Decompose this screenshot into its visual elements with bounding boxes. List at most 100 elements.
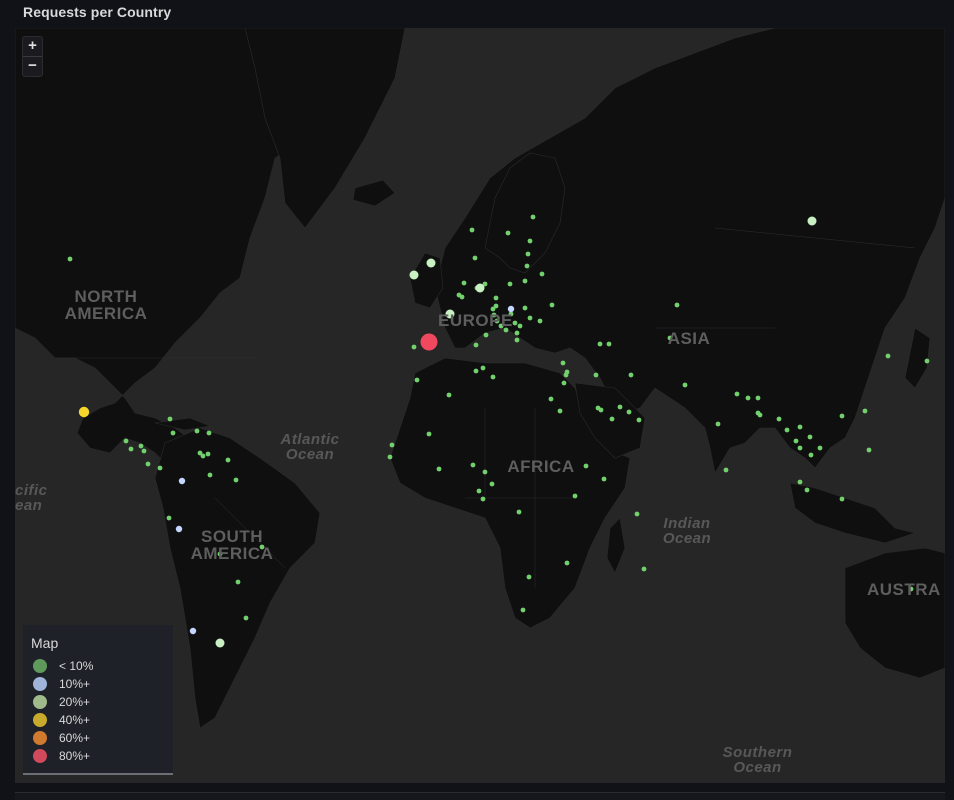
country-marker[interactable]	[784, 427, 790, 433]
country-marker[interactable]	[626, 409, 632, 415]
country-marker[interactable]	[797, 424, 803, 430]
country-marker[interactable]	[539, 271, 545, 277]
country-marker[interactable]	[436, 466, 442, 472]
country-marker[interactable]	[446, 392, 452, 398]
country-marker[interactable]	[839, 413, 845, 419]
country-marker[interactable]	[205, 451, 211, 457]
country-marker[interactable]	[564, 560, 570, 566]
country-marker[interactable]	[166, 515, 172, 521]
country-marker[interactable]	[557, 408, 563, 414]
country-marker[interactable]	[597, 341, 603, 347]
country-marker-20[interactable]	[426, 258, 436, 268]
country-marker[interactable]	[797, 445, 803, 451]
country-marker[interactable]	[807, 434, 813, 440]
country-marker[interactable]	[470, 462, 476, 468]
country-marker[interactable]	[601, 476, 607, 482]
country-marker[interactable]	[560, 360, 566, 366]
country-marker[interactable]	[862, 408, 868, 414]
country-marker-20[interactable]	[807, 216, 817, 226]
country-marker[interactable]	[243, 615, 249, 621]
country-marker[interactable]	[564, 369, 570, 375]
country-marker[interactable]	[734, 391, 740, 397]
country-marker[interactable]	[206, 430, 212, 436]
country-marker[interactable]	[520, 607, 526, 613]
country-marker[interactable]	[924, 358, 930, 364]
country-marker[interactable]	[170, 430, 176, 436]
country-marker[interactable]	[128, 446, 134, 452]
country-marker[interactable]	[517, 323, 523, 329]
country-marker[interactable]	[674, 302, 680, 308]
country-marker-10[interactable]	[178, 477, 186, 485]
country-marker[interactable]	[514, 337, 520, 343]
country-marker[interactable]	[514, 330, 520, 336]
country-marker[interactable]	[885, 353, 891, 359]
country-marker-80[interactable]	[420, 333, 438, 351]
country-marker[interactable]	[793, 438, 799, 444]
country-marker[interactable]	[167, 416, 173, 422]
country-marker[interactable]	[797, 479, 803, 485]
country-marker[interactable]	[387, 454, 393, 460]
country-marker[interactable]	[808, 452, 814, 458]
country-marker[interactable]	[628, 372, 634, 378]
country-marker[interactable]	[225, 457, 231, 463]
country-marker[interactable]	[67, 256, 73, 262]
country-marker[interactable]	[507, 281, 513, 287]
country-marker[interactable]	[572, 493, 578, 499]
country-marker[interactable]	[123, 438, 129, 444]
country-marker[interactable]	[235, 579, 241, 585]
country-marker[interactable]	[472, 255, 478, 261]
country-marker[interactable]	[480, 365, 486, 371]
country-marker[interactable]	[641, 566, 647, 572]
country-marker[interactable]	[776, 416, 782, 422]
country-marker[interactable]	[583, 463, 589, 469]
country-marker-20[interactable]	[409, 270, 419, 280]
country-marker[interactable]	[200, 453, 206, 459]
country-marker[interactable]	[524, 263, 530, 269]
country-marker-10[interactable]	[175, 525, 183, 533]
country-marker[interactable]	[723, 467, 729, 473]
country-marker[interactable]	[141, 448, 147, 454]
country-marker[interactable]	[549, 302, 555, 308]
country-marker[interactable]	[516, 509, 522, 515]
country-marker[interactable]	[537, 318, 543, 324]
country-marker[interactable]	[493, 303, 499, 309]
country-marker[interactable]	[527, 238, 533, 244]
country-marker[interactable]	[138, 443, 144, 449]
zoom-in-button[interactable]: +	[23, 37, 42, 56]
country-marker[interactable]	[548, 396, 554, 402]
country-marker[interactable]	[145, 461, 151, 467]
country-marker-40[interactable]	[78, 406, 90, 418]
zoom-out-button[interactable]: −	[23, 57, 42, 76]
country-marker[interactable]	[617, 404, 623, 410]
country-marker[interactable]	[469, 227, 475, 233]
country-marker[interactable]	[512, 320, 518, 326]
country-marker[interactable]	[636, 417, 642, 423]
country-marker[interactable]	[461, 280, 467, 286]
country-marker[interactable]	[207, 472, 213, 478]
country-marker[interactable]	[389, 442, 395, 448]
country-marker[interactable]	[839, 496, 845, 502]
country-marker[interactable]	[715, 421, 721, 427]
country-marker[interactable]	[493, 295, 499, 301]
country-marker[interactable]	[473, 342, 479, 348]
country-marker[interactable]	[598, 407, 604, 413]
country-marker[interactable]	[482, 469, 488, 475]
country-marker[interactable]	[530, 214, 536, 220]
country-marker-20[interactable]	[475, 283, 485, 293]
country-marker[interactable]	[505, 230, 511, 236]
country-marker[interactable]	[606, 341, 612, 347]
country-marker[interactable]	[755, 395, 761, 401]
country-marker[interactable]	[414, 377, 420, 383]
country-marker[interactable]	[817, 445, 823, 451]
country-marker[interactable]	[526, 574, 532, 580]
country-marker[interactable]	[489, 481, 495, 487]
country-marker[interactable]	[866, 447, 872, 453]
country-marker[interactable]	[682, 382, 688, 388]
country-marker-20[interactable]	[215, 638, 225, 648]
country-marker[interactable]	[525, 251, 531, 257]
country-marker[interactable]	[522, 305, 528, 311]
country-marker-10[interactable]	[189, 627, 197, 635]
country-marker[interactable]	[490, 374, 496, 380]
country-marker[interactable]	[411, 344, 417, 350]
country-marker[interactable]	[757, 412, 763, 418]
